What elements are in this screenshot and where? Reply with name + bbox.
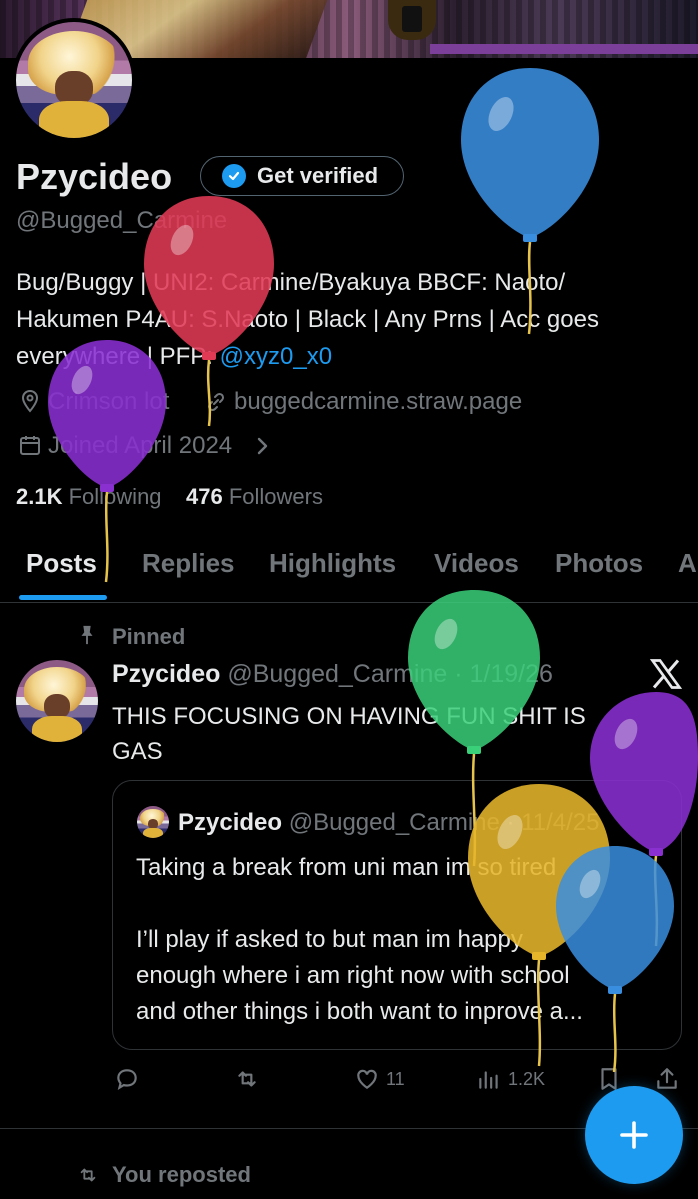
post-author-meta: @Bugged_Carmine · 1/19/26 <box>227 660 553 688</box>
avatar-coat <box>39 100 109 138</box>
repost-icon <box>238 1071 256 1087</box>
bio-line-text: everywhere | PFP: <box>16 343 220 370</box>
following-label: Following <box>68 484 162 509</box>
analytics-icon <box>479 1071 498 1089</box>
tab-articles[interactable]: A <box>678 548 697 579</box>
tab-replies[interactable]: Replies <box>142 548 235 579</box>
followers-link[interactable]: 476 Followers <box>186 484 323 509</box>
like-count: 11 <box>386 1068 405 1089</box>
quoted-post-text: Taking a break from uni man im so tired … <box>136 850 676 1030</box>
bio-line: everywhere | PFP: @xyz0_x0 <box>16 338 686 375</box>
pinned-label: Pinned <box>112 624 186 649</box>
you-reposted-label: You reposted <box>112 1162 251 1187</box>
post-text-line: GAS <box>112 738 163 765</box>
banner-figure <box>388 0 436 40</box>
quoted-text-line: enough where i am right now with school <box>136 962 570 989</box>
profile-joined-date: Joined April 2024 <box>48 432 233 459</box>
calendar-icon <box>20 436 40 455</box>
profile-bio: Bug/Buggy | UNI2: Carmine/Byakuya BBCF: … <box>16 264 686 375</box>
profile-location: Crimson lot <box>48 388 170 415</box>
views-button[interactable]: 1.2K <box>476 1066 545 1092</box>
quoted-post-header: Pzycideo @Bugged_Carmine · 11/4/25 <box>178 809 600 837</box>
post-text: THIS FOCUSING ON HAVING FUN SHIT IS GAS <box>112 699 672 769</box>
repost-button[interactable] <box>234 1066 266 1092</box>
following-count: 2.1K <box>16 484 63 509</box>
verified-badge-icon <box>222 164 246 188</box>
compose-post-button[interactable] <box>585 1086 683 1184</box>
profile-display-name: Pzycideo <box>16 156 173 197</box>
profile-avatar[interactable] <box>12 18 136 142</box>
location-pin-icon <box>21 389 39 413</box>
reply-button[interactable] <box>114 1066 146 1092</box>
tab-photos[interactable]: Photos <box>555 548 643 579</box>
quoted-text-line: Taking a break from uni man im so tired <box>136 854 557 881</box>
chevron-right-icon[interactable] <box>250 434 274 458</box>
view-count: 1.2K <box>508 1068 546 1089</box>
share-button[interactable] <box>654 1066 680 1092</box>
post-author-avatar[interactable] <box>16 660 98 742</box>
profile-handle: @Bugged_Carmine <box>16 207 228 234</box>
quoted-author-name: Pzycideo <box>178 809 283 836</box>
bio-line: Bug/Buggy | UNI2: Carmine/Byakuya BBCF: … <box>16 269 566 296</box>
pin-icon <box>81 625 93 645</box>
followers-label: Followers <box>228 484 323 509</box>
followers-count: 476 <box>186 484 223 509</box>
following-link[interactable]: 2.1K Following <box>16 484 162 509</box>
tab-videos[interactable]: Videos <box>434 548 519 579</box>
active-tab-indicator <box>19 595 107 600</box>
quoted-author-meta: @Bugged_Carmine · 11/4/25 <box>288 809 600 836</box>
plus-icon <box>620 1121 648 1149</box>
x-logo-icon <box>649 659 683 689</box>
bio-mention-link[interactable]: @xyz0_x0 <box>220 343 332 370</box>
profile-website-link[interactable]: buggedcarmine.straw.page <box>234 388 522 416</box>
tab-highlights[interactable]: Highlights <box>269 548 396 579</box>
post-author-name[interactable]: Pzycideo <box>112 660 220 688</box>
heart-icon <box>357 1069 377 1089</box>
post-action-bar: 11 1.2K <box>0 1062 698 1102</box>
like-button[interactable]: 11 <box>354 1066 405 1092</box>
post-header: Pzycideo @Bugged_Carmine · 1/19/26 <box>112 660 553 689</box>
profile-tabs: Posts Replies Highlights Videos Photos A <box>0 540 698 603</box>
get-verified-button[interactable]: Get verified <box>200 156 404 196</box>
get-verified-label: Get verified <box>257 163 379 188</box>
link-icon <box>207 392 225 412</box>
repost-icon <box>80 1168 96 1182</box>
share-icon <box>657 1068 677 1089</box>
avatar-coat <box>32 715 82 742</box>
quoted-text-line <box>136 886 676 922</box>
bio-line: Hakumen P4AU: S.Naoto | Black | Any Prns… <box>16 306 599 333</box>
banner-stripe <box>430 44 698 54</box>
reply-icon <box>117 1069 137 1090</box>
profile-stats: 2.1K Following 476 Followers <box>16 484 323 510</box>
quoted-text-line: I’ll play if asked to but man im happy <box>136 926 523 953</box>
avatar-coat <box>143 827 163 838</box>
quoted-author-avatar <box>137 806 169 838</box>
post-text-line: THIS FOCUSING ON HAVING FUN SHIT IS <box>112 703 586 730</box>
tab-posts[interactable]: Posts <box>26 548 97 579</box>
quoted-text-line: and other things i both want to inprove … <box>136 998 583 1025</box>
